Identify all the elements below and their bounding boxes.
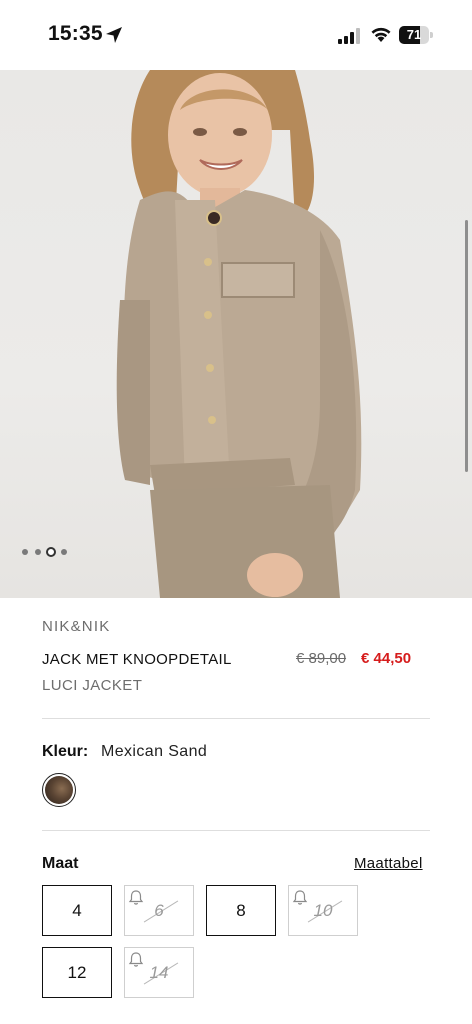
carousel-dots[interactable] xyxy=(22,547,82,557)
size-option-label: 14 xyxy=(149,962,169,982)
scroll-indicator[interactable] xyxy=(465,220,468,472)
notify-bell-icon xyxy=(128,952,144,967)
color-swatch-selected[interactable] xyxy=(42,773,76,807)
carousel-dot[interactable] xyxy=(22,549,28,555)
size-option[interactable]: 4 xyxy=(42,885,112,936)
size-option-label: 12 xyxy=(67,962,87,982)
notify-bell-icon xyxy=(292,890,308,905)
original-price: € 89,00 xyxy=(296,650,347,667)
size-option[interactable]: 8 xyxy=(206,885,276,936)
wifi-icon xyxy=(371,27,391,42)
divider xyxy=(42,830,430,831)
sale-price: € 44,50 xyxy=(361,650,412,667)
product-subtitle: LUCI JACKET xyxy=(42,677,143,694)
size-option-label: 8 xyxy=(236,900,246,920)
color-value: Mexican Sand xyxy=(101,743,208,760)
size-option[interactable]: 10 xyxy=(288,885,358,936)
cellular-signal-icon xyxy=(338,28,360,44)
size-option[interactable]: 12 xyxy=(42,947,112,998)
carousel-dot[interactable] xyxy=(61,549,67,555)
size-label: Maat xyxy=(42,855,79,872)
product-title: JACK MET KNOOPDETAIL xyxy=(42,651,232,668)
status-time: 15:35 xyxy=(48,22,103,45)
swatch-thumbnail xyxy=(45,776,73,804)
battery-level: 71 xyxy=(406,27,422,42)
size-option-label: 10 xyxy=(313,900,333,920)
size-chart-link[interactable]: Maattabel xyxy=(354,855,423,872)
color-label: Kleur: xyxy=(42,743,89,760)
carousel-dot[interactable] xyxy=(35,549,41,555)
size-option-label: 6 xyxy=(154,900,164,920)
size-option[interactable]: 14 xyxy=(124,947,194,998)
brand-name[interactable]: NIK&NIK xyxy=(42,618,110,635)
carousel-dot[interactable] xyxy=(46,547,56,557)
notify-bell-icon xyxy=(128,890,144,905)
product-image[interactable] xyxy=(0,70,472,598)
size-option[interactable]: 6 xyxy=(124,885,194,936)
product-photo xyxy=(116,70,362,598)
battery-icon: 71 xyxy=(399,26,433,44)
size-option-label: 4 xyxy=(72,900,82,920)
divider xyxy=(42,718,430,719)
status-bar: 15:35 71 xyxy=(0,0,472,70)
location-arrow-icon xyxy=(106,27,122,43)
